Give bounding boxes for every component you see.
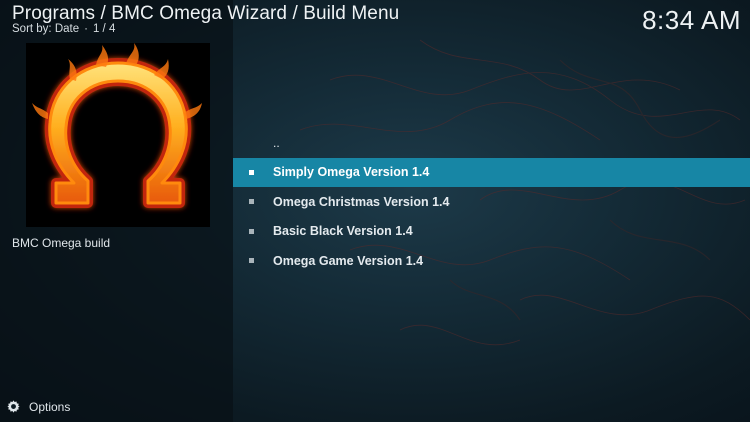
sort-info[interactable]: Sort by: Date · 1 / 4 bbox=[12, 23, 115, 35]
bullet-icon bbox=[249, 228, 254, 234]
list-item-label: Basic Black Version 1.4 bbox=[273, 224, 413, 239]
list-item-label: Simply Omega Version 1.4 bbox=[273, 165, 430, 180]
kodi-build-menu-screen: Programs / BMC Omega Wizard / Build Menu… bbox=[0, 0, 750, 422]
bullet-icon bbox=[249, 199, 254, 205]
list-item-label: Omega Christmas Version 1.4 bbox=[273, 194, 450, 209]
omega-fire-icon bbox=[26, 43, 210, 227]
options-icon bbox=[7, 400, 20, 413]
build-caption: BMC Omega build bbox=[12, 236, 111, 250]
options-button[interactable]: Options bbox=[6, 399, 70, 414]
breadcrumb: Programs / BMC Omega Wizard / Build Menu bbox=[12, 3, 400, 24]
sort-label: Sort by: Date bbox=[12, 23, 80, 35]
list-item-simply-omega[interactable]: Simply Omega Version 1.4 bbox=[233, 157, 750, 187]
page-count: 1 / 4 bbox=[92, 23, 116, 35]
list-item-label: Omega Game Version 1.4 bbox=[273, 253, 424, 268]
bullet-icon bbox=[249, 258, 254, 264]
parent-label: .. bbox=[273, 136, 280, 150]
separator: · bbox=[84, 23, 88, 35]
options-label: Options bbox=[29, 399, 71, 414]
bullet-icon bbox=[249, 169, 254, 175]
build-thumbnail bbox=[26, 43, 210, 227]
list-item-parent[interactable]: .. bbox=[233, 128, 750, 158]
list-item-omega-game[interactable]: Omega Game Version 1.4 bbox=[233, 246, 750, 276]
clock: 8:34 AM bbox=[642, 5, 741, 35]
list-item-omega-christmas[interactable]: Omega Christmas Version 1.4 bbox=[233, 187, 750, 217]
list-item-basic-black[interactable]: Basic Black Version 1.4 bbox=[233, 217, 750, 247]
build-list: .. Simply Omega Version 1.4 Omega Christ… bbox=[233, 128, 750, 276]
